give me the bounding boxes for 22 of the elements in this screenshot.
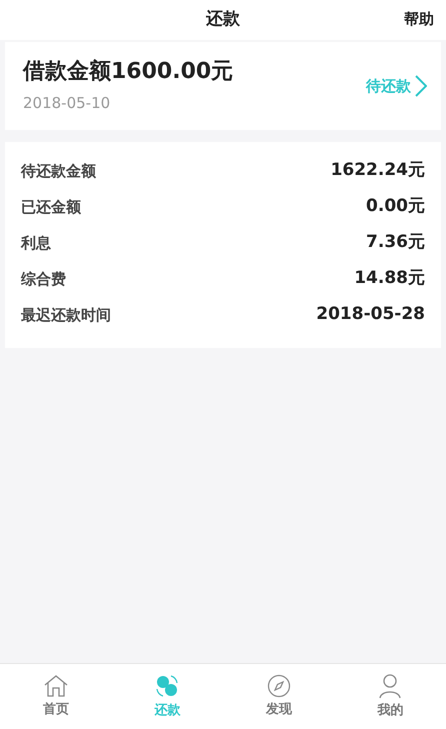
home-icon [42,674,69,698]
tab-item[interactable]: 发现 [223,664,334,729]
detail-value: 0.00元 [366,195,425,218]
detail-value: 2018-05-28 [316,303,425,326]
tab-item[interactable]: 首页 [0,664,112,729]
detail-label: 待还款金额 [21,160,96,182]
loan-amount: 借款金额1600.00元 [23,58,234,86]
page-title: 还款 [206,8,240,32]
person-icon [378,672,402,699]
detail-label: 利息 [21,232,51,254]
exchange-icon [154,672,180,699]
tab-item[interactable]: 我的 [334,664,446,729]
detail-label: 综合费 [21,268,66,290]
detail-value: 14.88元 [354,267,425,290]
help-link[interactable]: 帮助 [404,8,434,30]
detail-value: 7.36元 [366,231,425,254]
compass-icon [266,674,291,698]
chevron-right-icon [415,75,427,97]
detail-label: 最迟还款时间 [21,304,111,326]
detail-value: 1622.24元 [330,159,425,182]
loan-date: 2018-05-10 [23,92,112,114]
detail-label: 已还金额 [21,196,81,218]
